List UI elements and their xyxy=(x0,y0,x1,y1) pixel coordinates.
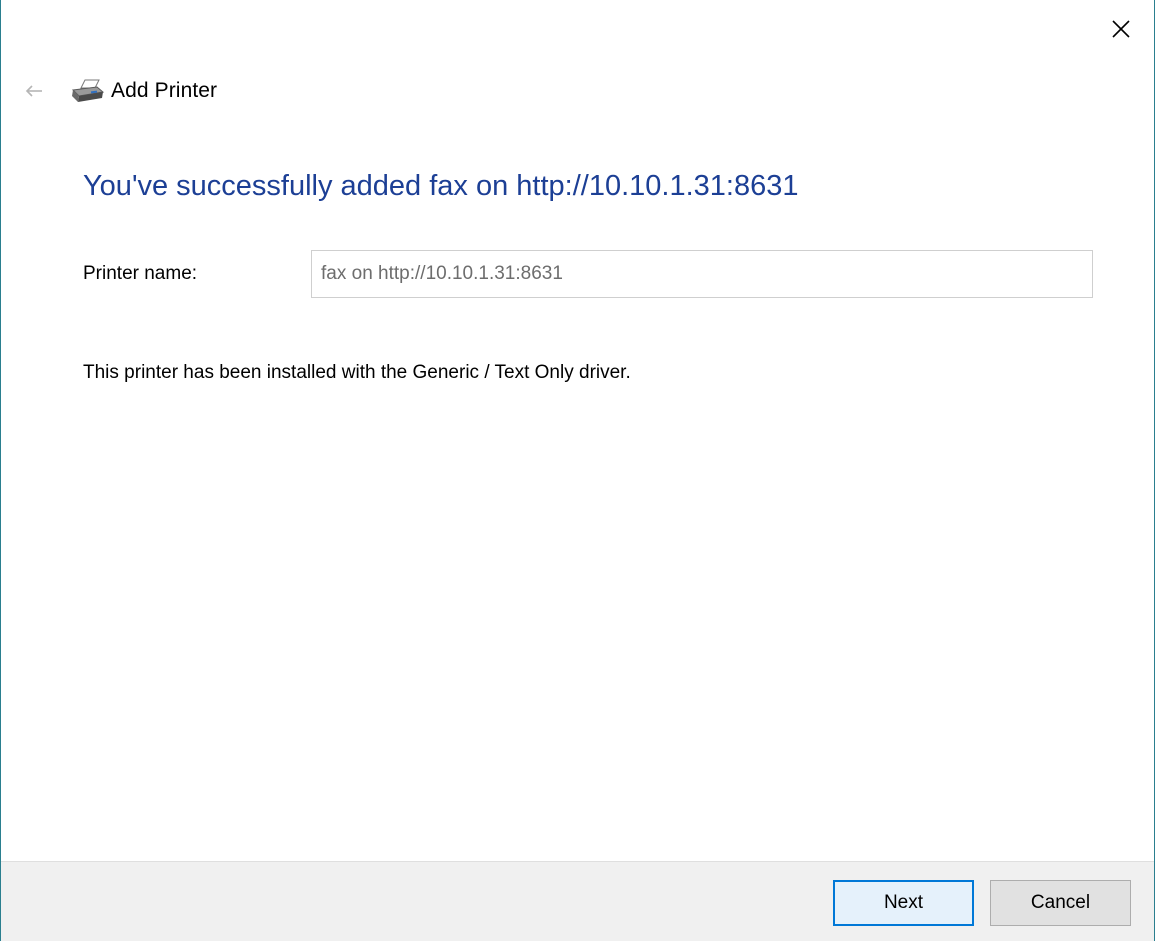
title-bar: Add Printer xyxy=(23,76,217,106)
window-title: Add Printer xyxy=(111,79,218,102)
dialog-footer: Next Cancel xyxy=(1,861,1154,941)
printer-name-label: Printer name: xyxy=(83,263,198,284)
close-button[interactable] xyxy=(1106,14,1136,44)
back-arrow-icon xyxy=(25,85,42,97)
success-headline: You've successfully added fax on http://… xyxy=(83,170,799,202)
driver-info-text: This printer has been installed with the… xyxy=(83,362,631,383)
cancel-button[interactable]: Cancel xyxy=(990,880,1131,926)
printer-name-row: Printer name: xyxy=(83,250,1093,298)
printer-name-input[interactable] xyxy=(311,250,1093,298)
add-printer-window: Add Printer You've successfully added fa… xyxy=(0,0,1155,941)
back-button[interactable] xyxy=(23,80,45,102)
printer-icon xyxy=(71,78,105,104)
next-button[interactable]: Next xyxy=(833,880,974,926)
close-icon xyxy=(1112,20,1130,38)
